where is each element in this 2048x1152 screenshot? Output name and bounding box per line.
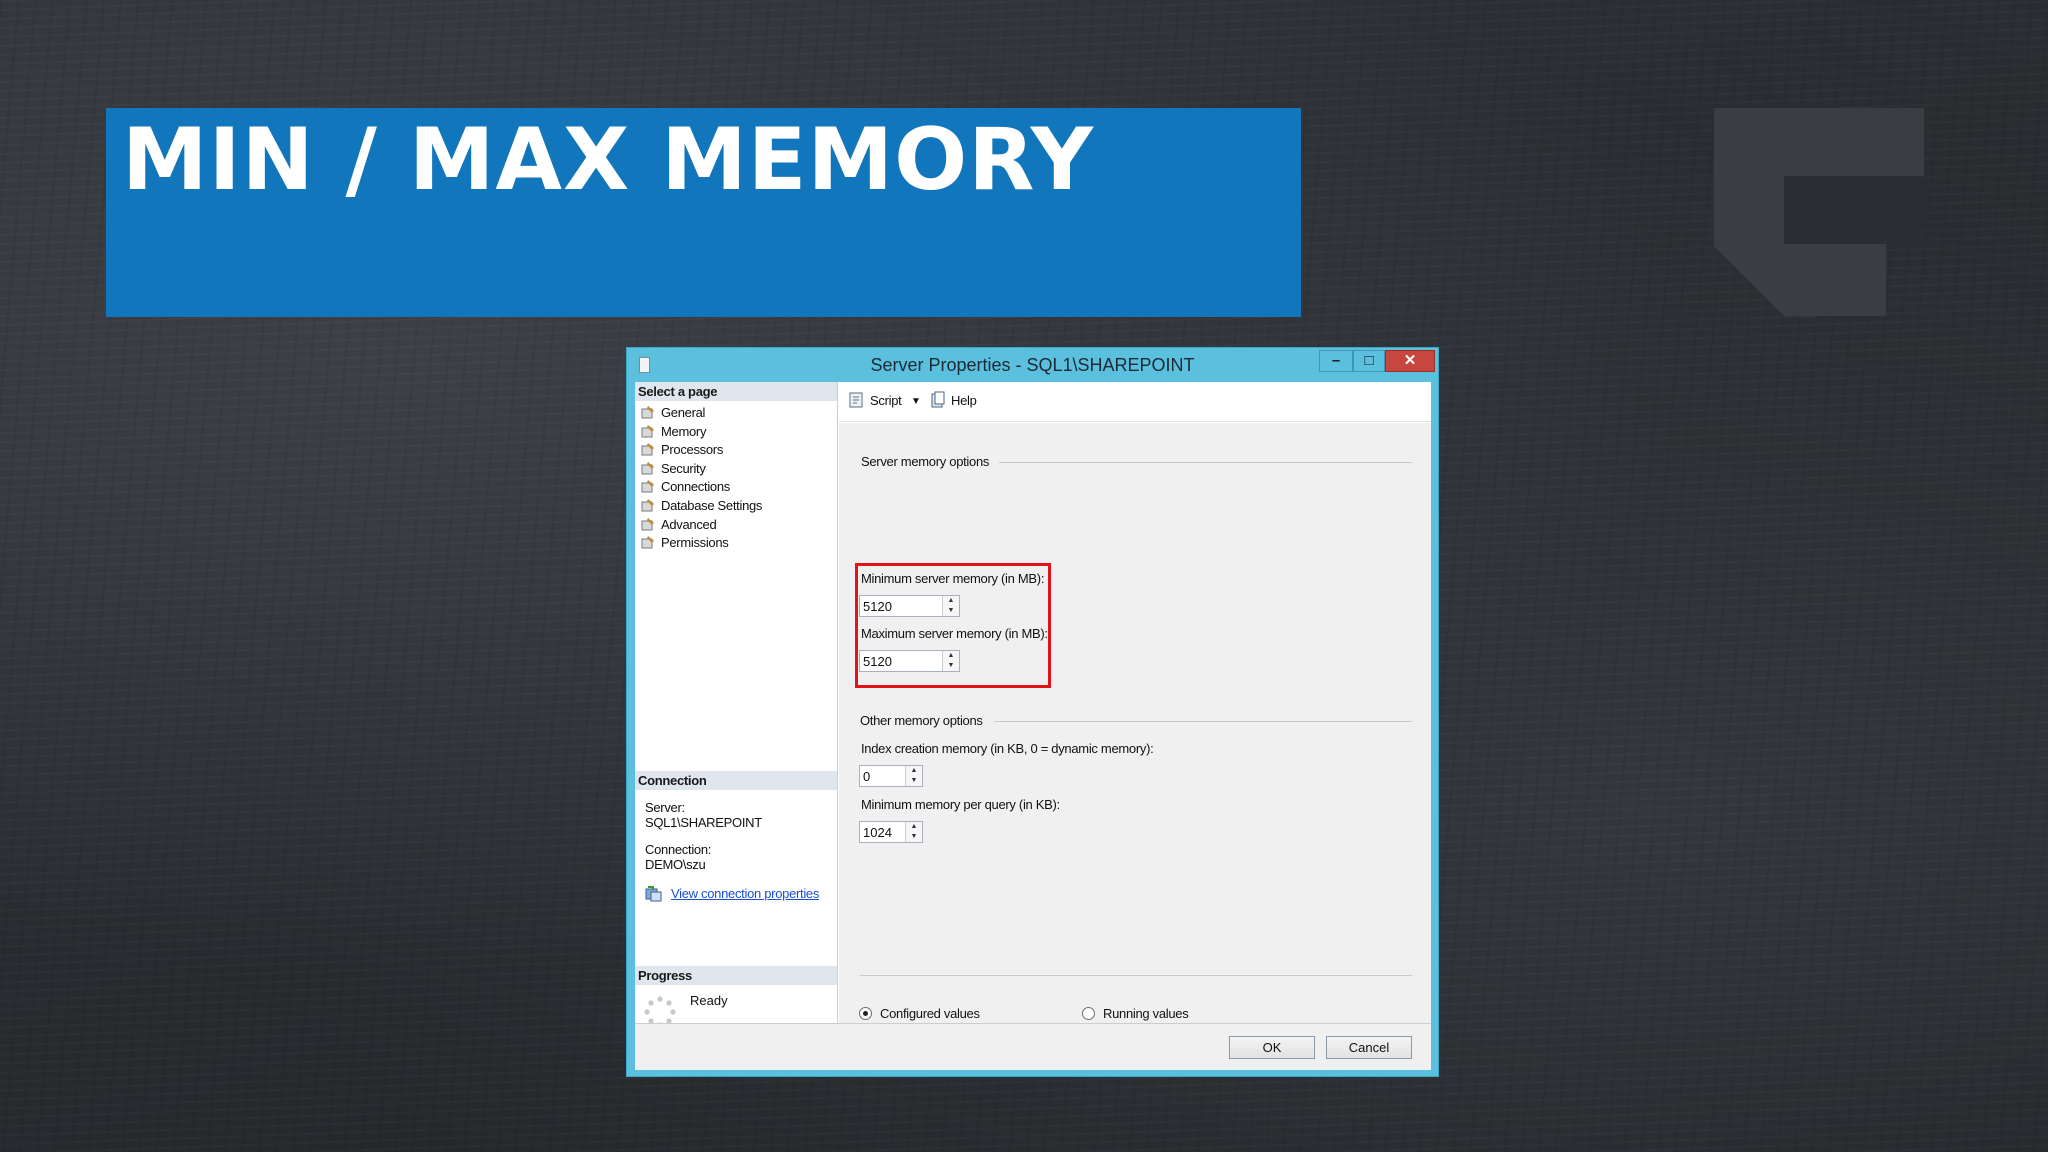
max-server-memory-input[interactable]: [860, 651, 942, 671]
maximize-button[interactable]: □: [1353, 350, 1385, 372]
wrench-icon: [641, 424, 654, 438]
min-server-memory-input[interactable]: [860, 596, 942, 616]
server-properties-dialog: Server Properties - SQL1\SHAREPOINT – □ …: [626, 347, 1439, 1077]
dialog-button-bar: OK Cancel: [635, 1023, 1431, 1070]
page-item-label: Memory: [661, 423, 707, 439]
spin-down-icon[interactable]: ▼: [906, 776, 922, 786]
script-dropdown[interactable]: ▼: [911, 392, 921, 407]
dialog-client-area: Select a page General Memory Processors …: [635, 382, 1431, 1070]
connection-label: Connection:: [645, 842, 712, 857]
left-pane: Select a page General Memory Processors …: [635, 382, 838, 1028]
page-item-label: General: [661, 405, 706, 420]
other-memory-options-label: Other memory options: [860, 713, 983, 728]
page-item-label: Processors: [661, 442, 724, 458]
spin-buttons[interactable]: ▲ ▼: [905, 766, 922, 786]
wrench-icon: [641, 517, 654, 531]
connection-properties-icon: [645, 886, 662, 902]
toolbar: Script ▼ Help: [839, 382, 1431, 422]
index-creation-memory-input[interactable]: [860, 766, 905, 786]
slide-title: MIN / MAX MEMORY: [122, 110, 1095, 210]
index-creation-memory-stepper[interactable]: ▲ ▼: [859, 765, 923, 787]
progress-header: Progress: [635, 966, 837, 985]
server-label: Server:: [645, 800, 685, 815]
radio-selected-icon[interactable]: [859, 1007, 872, 1020]
connection-header: Connection: [635, 771, 837, 790]
minimize-button[interactable]: –: [1319, 350, 1353, 372]
maximize-icon: □: [1364, 352, 1374, 369]
close-button[interactable]: ✕: [1385, 350, 1435, 372]
cancel-button[interactable]: Cancel: [1326, 1036, 1412, 1059]
minimize-icon: –: [1331, 352, 1341, 369]
server-memory-options-label: Server memory options: [861, 454, 990, 469]
spin-buttons[interactable]: ▲ ▼: [905, 822, 922, 842]
connection-value: DEMO\szu: [645, 857, 706, 872]
connection-info: Connection: DEMO\szu: [645, 842, 711, 872]
page-item-label: Database Settings: [661, 497, 763, 513]
title-bar[interactable]: Server Properties - SQL1\SHAREPOINT – □ …: [627, 348, 1438, 382]
min-memory-per-query-label: Minimum memory per query (in KB):: [861, 797, 1060, 812]
wrench-icon: [641, 461, 654, 475]
page-item-label: Connections: [661, 479, 730, 495]
title-banner: MIN / MAX MEMORY: [106, 108, 1301, 317]
spin-up-icon[interactable]: ▲: [906, 766, 922, 776]
min-server-memory-stepper[interactable]: ▲ ▼: [859, 595, 960, 617]
script-label: Script: [870, 393, 902, 408]
spin-up-icon[interactable]: ▲: [943, 651, 959, 661]
index-creation-memory-label: Index creation memory (in KB, 0 = dynami…: [861, 741, 1154, 756]
window-title: Server Properties - SQL1\SHAREPOINT: [870, 355, 1195, 375]
wrench-icon: [641, 536, 654, 549]
memory-page: Server memory options Minimum server mem…: [839, 423, 1431, 1023]
view-connection-properties-link[interactable]: View connection properties: [671, 886, 819, 901]
select-page-header: Select a page: [635, 382, 837, 401]
script-icon: [849, 392, 863, 408]
min-memory-per-query-stepper[interactable]: ▲ ▼: [859, 821, 923, 843]
min-server-memory-label: Minimum server memory (in MB):: [861, 571, 1045, 586]
max-server-memory-stepper[interactable]: ▲ ▼: [859, 650, 960, 672]
min-memory-per-query-input[interactable]: [860, 822, 905, 842]
server-info: Server: SQL1\SHAREPOINT: [645, 800, 762, 830]
help-icon: [931, 391, 945, 408]
wrench-icon: [641, 480, 654, 493]
wrench-icon: [641, 498, 654, 512]
help-label: Help: [951, 393, 977, 408]
radio-divider: [860, 975, 1412, 976]
server-value: SQL1\SHAREPOINT: [645, 815, 762, 830]
group-divider: [994, 721, 1412, 722]
max-server-memory-label: Maximum server memory (in MB):: [861, 626, 1048, 641]
close-icon: ✕: [1403, 352, 1417, 369]
spin-buttons[interactable]: ▲ ▼: [942, 596, 959, 616]
spin-down-icon[interactable]: ▼: [906, 832, 922, 842]
progress-status: Ready: [690, 993, 728, 1008]
page-item-label: Permissions: [661, 535, 729, 551]
spin-down-icon[interactable]: ▼: [943, 606, 959, 616]
configured-values-label: Configured values: [880, 1006, 980, 1021]
wrench-icon: [641, 443, 654, 456]
logo-watermark-icon: [1714, 108, 1924, 316]
spin-up-icon[interactable]: ▲: [906, 822, 922, 832]
spin-buttons[interactable]: ▲ ▼: [942, 651, 959, 671]
page-item-label: Security: [661, 460, 706, 476]
spin-up-icon[interactable]: ▲: [943, 596, 959, 606]
ok-button[interactable]: OK: [1229, 1036, 1315, 1059]
radio-unselected-icon[interactable]: [1082, 1007, 1095, 1020]
page-item-label: Advanced: [661, 516, 717, 532]
chevron-down-icon: ▼: [911, 396, 921, 407]
group-divider: [999, 462, 1412, 463]
running-values-label: Running values: [1103, 1006, 1189, 1021]
wrench-icon: [641, 406, 654, 419]
spin-down-icon[interactable]: ▼: [943, 661, 959, 671]
